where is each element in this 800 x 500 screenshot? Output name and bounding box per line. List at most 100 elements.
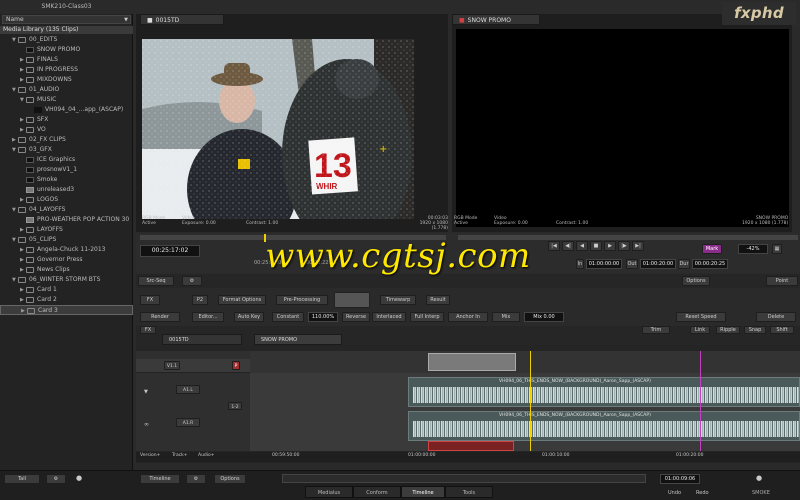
library-item[interactable]: ▶ 02_FX CLIPS xyxy=(0,135,133,145)
p2-node[interactable]: P2 xyxy=(192,295,208,305)
constant-dropdown[interactable]: Constant xyxy=(272,312,304,322)
record-dot-icon[interactable]: ● xyxy=(756,474,762,482)
track-plus[interactable]: Track+ xyxy=(172,453,188,458)
timeline-ruler[interactable]: Version+ Track+ Audio+ 00:59:50:00 01:00… xyxy=(136,452,800,462)
library-item[interactable]: ▼ 05_CLIPS xyxy=(0,235,133,245)
mix-dropdown[interactable]: Mix xyxy=(492,312,520,322)
link-icon[interactable]: ∞ xyxy=(144,421,149,428)
library-item[interactable]: ▶ News Clips xyxy=(0,265,133,275)
options-dropdown[interactable]: Options xyxy=(214,474,246,484)
library-item[interactable]: ICE Graphics xyxy=(0,155,133,165)
tab-medialus[interactable]: Medialus xyxy=(305,486,353,498)
library-item[interactable]: ▼ 01_AUDIO xyxy=(0,85,133,95)
out-timecode[interactable]: 01:00:20:00 xyxy=(640,259,676,269)
chevron-down-icon[interactable]: ▼ xyxy=(124,16,128,24)
timeline-tab-snow-promo[interactable]: SNOW PROMO xyxy=(254,334,342,345)
close-icon[interactable]: ■ xyxy=(147,17,153,24)
expand-icon[interactable]: ▼ xyxy=(144,389,148,395)
ripple-tool[interactable]: Ripple xyxy=(716,326,740,334)
library-item[interactable]: ▶ Angela-Chuck 11-2013 xyxy=(0,245,133,255)
fx-button[interactable]: FX xyxy=(140,295,160,305)
library-item[interactable]: ▶ IN PROGRESS xyxy=(0,65,133,75)
a1-right-patch[interactable]: A1.R xyxy=(176,418,200,427)
library-item[interactable]: ▼ 03_GFX xyxy=(0,145,133,155)
viewer-tab-source[interactable]: ■ 0015TD xyxy=(140,14,224,25)
record-dot-icon[interactable]: ● xyxy=(76,474,82,482)
format-options-node[interactable]: Format Options xyxy=(218,295,266,305)
auto-key-button[interactable]: Auto Key xyxy=(234,312,264,322)
mark-button[interactable]: Mark xyxy=(702,244,722,254)
tab-tools[interactable]: Tools xyxy=(445,486,493,498)
bottom-timecode[interactable]: 01:00:09:06 xyxy=(660,474,700,484)
v1-patch[interactable]: V1.1 xyxy=(164,361,180,370)
tab-timeline[interactable]: Timeline xyxy=(401,486,445,498)
close-icon[interactable]: ■ xyxy=(459,17,465,24)
play-reverse-button[interactable]: ◀ xyxy=(576,241,588,251)
interlaced-toggle[interactable]: Interlaced xyxy=(372,312,406,322)
step-back-button[interactable]: ◀| xyxy=(562,241,574,251)
full-interp-toggle[interactable]: Full Interp xyxy=(410,312,444,322)
track-area[interactable]: VH094_06_THIS_ENDS_NOW_(BACKGROUND)_Aaro… xyxy=(250,351,800,451)
pre-processing-node[interactable]: Pre-Processing xyxy=(276,295,328,305)
step-forward-button[interactable]: |▶ xyxy=(618,241,630,251)
library-item[interactable]: ▶ Governor Press xyxy=(0,255,133,265)
library-item[interactable]: ▼ MUSIC xyxy=(0,95,133,105)
library-item[interactable]: ▼ 04_LAYOFFS xyxy=(0,205,133,215)
library-item[interactable]: Smoke xyxy=(0,175,133,185)
dur-timecode[interactable]: 00:00:20:25 xyxy=(692,259,728,269)
gear-icon[interactable]: ⚙ xyxy=(182,276,202,286)
snap-tool[interactable]: Snap xyxy=(744,326,766,334)
media-library-root[interactable]: Media Library (135 Clips) xyxy=(0,26,133,34)
library-item[interactable]: unreleased3 xyxy=(0,185,133,195)
anchor-in-dropdown[interactable]: Anchor In xyxy=(448,312,488,322)
library-item[interactable]: ▶ FINALS xyxy=(0,55,133,65)
fx-thumbnail[interactable] xyxy=(334,292,370,308)
p-patch[interactable]: P xyxy=(232,361,240,370)
gear-icon[interactable]: ⚙ xyxy=(186,474,206,484)
timeline-scroll[interactable] xyxy=(282,474,646,483)
tab-conform[interactable]: Conform xyxy=(353,486,401,498)
render-button[interactable]: Render xyxy=(140,312,180,322)
video-clip[interactable] xyxy=(428,353,516,371)
library-item[interactable]: prosnowV1_1 xyxy=(0,165,133,175)
version-plus[interactable]: Version+ xyxy=(140,453,160,458)
library-item[interactable]: VH094_04_...app_(ASCAP) xyxy=(0,105,133,115)
redo-button[interactable]: Redo xyxy=(696,490,709,496)
fit-icon[interactable]: ▦ xyxy=(772,244,782,254)
a1-left-patch[interactable]: A1.L xyxy=(176,385,200,394)
undo-button[interactable]: Undo xyxy=(668,490,681,496)
audio-plus[interactable]: Audio+ xyxy=(198,453,215,458)
library-item[interactable]: ▶ Card 3 xyxy=(0,305,133,315)
result-node[interactable]: Result xyxy=(426,295,450,305)
point-button[interactable]: Point xyxy=(766,276,798,286)
timeline-dropdown[interactable]: Timeline xyxy=(140,474,180,484)
library-item[interactable]: ▶ LOGOS xyxy=(0,195,133,205)
source-timecode[interactable]: 00:25:17:02 xyxy=(140,245,200,257)
src-seq-button[interactable]: Src-Seq xyxy=(138,276,174,286)
reset-speed-button[interactable]: Reset Speed xyxy=(676,312,726,322)
library-item[interactable]: ▼ 00_EDITS xyxy=(0,35,133,45)
audio-clip-left[interactable]: VH094_06_THIS_ENDS_NOW_(BACKGROUND)_Aaro… xyxy=(408,377,800,407)
tall-dropdown[interactable]: Tall xyxy=(4,474,40,484)
library-item[interactable]: ▶ VO xyxy=(0,125,133,135)
speed-field[interactable]: 110.00% xyxy=(308,312,338,322)
name-column-header[interactable]: Name ▼ xyxy=(2,15,131,24)
play-button[interactable]: ▶ xyxy=(604,241,616,251)
timeline-tab-source[interactable]: 0015TD xyxy=(162,334,242,345)
options-button[interactable]: Options xyxy=(682,276,710,286)
library-item[interactable]: ▶ MIXDOWNS xyxy=(0,75,133,85)
video-track-header[interactable]: V1.1 P xyxy=(136,359,250,373)
graphics-clip[interactable] xyxy=(428,441,514,451)
video-track-lane[interactable] xyxy=(250,351,800,373)
in-timecode[interactable]: 01:00:00:00 xyxy=(586,259,622,269)
zoom-field[interactable]: -42% xyxy=(738,244,768,254)
reverse-toggle[interactable]: Reverse xyxy=(342,312,370,322)
audio-clip-right[interactable]: VH094_06_THIS_ENDS_NOW_(BACKGROUND)_Aaro… xyxy=(408,411,800,441)
shift-tool[interactable]: Shift xyxy=(770,326,794,334)
timewarp-node[interactable]: Timewarp xyxy=(380,295,416,305)
gear-icon[interactable]: ⚙ xyxy=(46,474,66,484)
library-item[interactable]: SNOW PROMO xyxy=(0,45,133,55)
library-item[interactable]: ▼ 06_WINTER STORM BTS xyxy=(0,275,133,285)
library-item[interactable]: ▶ LAYOFFS xyxy=(0,225,133,235)
editor-button[interactable]: Editor... xyxy=(192,312,224,322)
